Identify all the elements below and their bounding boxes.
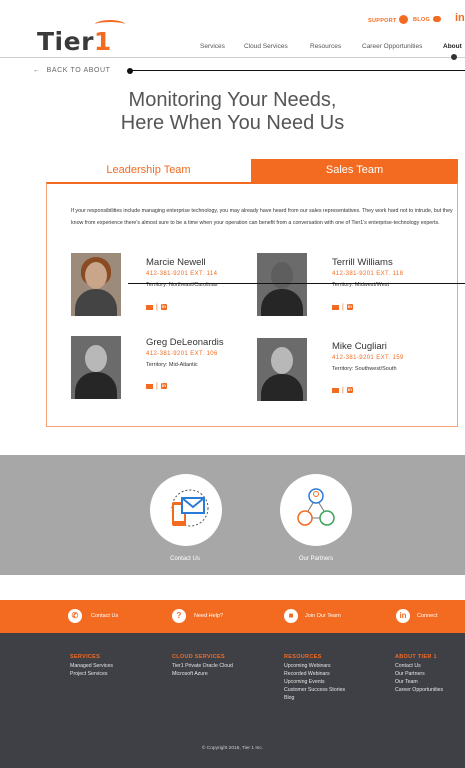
person-phone[interactable]: 412-381-9201 EXT. 106 [146,351,218,357]
email-icon[interactable] [332,304,339,310]
contact-us-label[interactable]: Contact Us [135,556,235,562]
footer-link[interactable]: Upcoming Events [284,678,325,686]
footer-heading-services: SERVICES [70,654,101,660]
email-icon[interactable] [146,304,153,310]
help-icon[interactable]: ? [172,609,186,623]
person-phone[interactable]: 412-381-9201 EXT. 114 [146,271,217,277]
linkedin-icon[interactable]: in [455,12,465,24]
site-header: Tier1 SUPPORT BLOG in Services Cloud Ser… [0,0,465,60]
back-label: BACK TO ABOUT [46,67,111,74]
linkedin-icon[interactable]: in [346,304,353,311]
person-contact-icons: | in [332,387,353,394]
support-label: SUPPORT [368,18,397,24]
briefcase-icon[interactable]: ■ [284,609,298,623]
nav-cloud-services[interactable]: Cloud Services [244,43,288,50]
support-link[interactable]: SUPPORT [368,16,407,24]
footer-link[interactable]: Contact Us [395,662,421,670]
nav-divider [0,57,465,58]
person-name: Terrill Williams [332,257,393,268]
footer-link[interactable]: Upcoming Webinars [284,662,331,670]
partners-network-icon [297,488,335,526]
nav-about[interactable]: About [443,43,462,50]
our-partners-card[interactable] [280,474,352,546]
footer-need-help[interactable]: Need Help? [194,613,223,619]
person-territory: Territory: Southwest/South [332,366,397,372]
blog-label: BLOG [413,17,431,23]
phone-icon[interactable]: ✆ [68,609,82,623]
footer-link[interactable]: Tier1 Private Oracle Cloud [172,662,233,670]
copyright: © Copyright 2018, Tier 1 Inc. [201,746,264,751]
linkedin-icon[interactable]: in [396,609,410,623]
logo-text: Tier [37,27,94,56]
person-photo-marcie-newell [71,253,121,316]
annotation-line [130,70,465,71]
footer-link[interactable]: Blog [284,694,294,702]
footer-connect[interactable]: Connect [417,613,438,619]
nav-services[interactable]: Services [200,43,225,50]
tab-sales-team[interactable]: Sales Team [251,159,458,182]
person-photo-mike-cugliari [257,338,307,401]
back-arrow-icon: ← [33,67,41,74]
person-name: Greg DeLeonardis [146,337,224,348]
chat-icon [433,16,442,22]
person-contact-icons: | in [332,304,353,311]
back-to-about-link[interactable]: ← BACK TO ABOUT [33,67,111,74]
nav-active-indicator [451,54,457,60]
email-icon[interactable] [146,383,153,389]
nav-resources[interactable]: Resources [310,43,341,50]
logo-swoosh-icon [95,20,125,29]
footer-link[interactable]: Career Opportunities [395,686,443,694]
footer-heading-resources: RESOURCES [284,654,322,660]
footer-link[interactable]: Managed Services [70,662,113,670]
person-territory: Territory: Mid-Atlantic [146,362,198,368]
linkedin-icon[interactable]: in [160,304,167,311]
footer-link[interactable]: Recorded Webinars [284,670,330,678]
page-title-line1: Monitoring Your Needs, [128,89,337,111]
person-name: Mike Cugliari [332,341,387,352]
contact-us-card[interactable] [150,474,222,546]
blog-link[interactable]: BLOG [413,16,442,23]
footer-link[interactable]: Customer Success Stories [284,686,345,694]
person-phone[interactable]: 412-381-9201 EXT. 118 [332,271,403,277]
person-phone[interactable]: 412-381-9201 EXT. 159 [332,355,404,361]
our-partners-label[interactable]: Our Partners [266,556,366,562]
page: Tier1 SUPPORT BLOG in Services Cloud Ser… [0,0,465,768]
footer-link[interactable]: Our Partners [395,670,425,678]
nav-career-opportunities[interactable]: Career Opportunities [362,43,422,50]
footer-contact-us[interactable]: Contact Us [91,613,118,619]
footer-link[interactable]: Our Team [395,678,418,686]
linkedin-icon[interactable]: in [160,383,167,390]
footer-link[interactable]: Project Services [70,670,107,678]
email-icon[interactable] [332,387,339,393]
gear-icon [399,16,407,23]
footer-join-our-team[interactable]: Join Our Team [305,613,341,619]
intro-paragraph: If your responsibilities include managin… [71,208,453,226]
person-photo-terrill-williams [257,253,307,316]
person-name: Marcie Newell [146,257,206,268]
page-title-line2: Here When You Need Us [120,112,345,134]
mobile-email-icon [171,489,209,527]
person-contact-icons: | in [146,304,167,311]
footer-heading-cloud-services: CLOUD SERVICES [172,654,225,660]
annotation-line [128,283,465,284]
person-photo-greg-deleonardis [71,336,121,399]
logo-number: 1 [93,27,112,56]
linkedin-icon[interactable]: in [346,387,353,394]
annotation-dot [127,68,133,74]
footer-heading-about: ABOUT TIER 1 [395,654,437,660]
person-contact-icons: | in [146,383,167,390]
tab-leadership-team[interactable]: Leadership Team [46,159,251,182]
logo[interactable]: Tier1 [37,20,125,56]
footer-link[interactable]: Microsoft Azure [172,670,208,678]
